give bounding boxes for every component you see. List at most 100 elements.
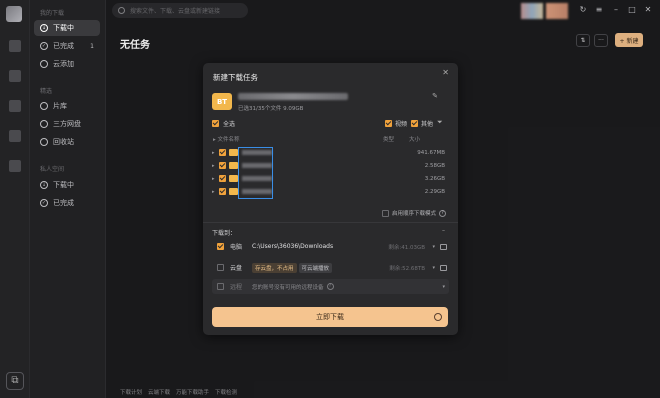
app-logo	[6, 6, 22, 22]
sequential-mode-label: 启用顺序下载模式	[392, 211, 437, 217]
disk-icon	[40, 120, 48, 128]
checkbox-icon	[217, 243, 224, 250]
checkbox-icon[interactable]	[219, 162, 226, 169]
rail-app-icon[interactable]	[9, 130, 21, 142]
sidebar-item-label: 云添加	[53, 60, 74, 68]
trash-icon	[40, 138, 48, 146]
rail-app-icon[interactable]	[9, 160, 21, 172]
sidebar-item-private-downloading[interactable]: ↓ 下载中	[34, 177, 100, 193]
checkbox-icon	[217, 283, 224, 290]
cloud-icon	[40, 60, 48, 68]
sidebar-item-label: 下载中	[53, 24, 74, 32]
checkbox-icon	[217, 264, 224, 271]
checkbox-icon	[411, 120, 418, 127]
sidebar-item-library[interactable]: 片库	[34, 98, 100, 114]
sequential-mode-checkbox[interactable]: 启用顺序下载模式 ?	[382, 209, 447, 217]
expand-icon[interactable]: ▸	[212, 189, 219, 195]
help-icon[interactable]: ?	[326, 283, 334, 290]
sidebar-item-label: 回收站	[53, 138, 74, 146]
section-title: 我的下载	[40, 10, 65, 17]
column-header-size[interactable]: 大小	[409, 135, 420, 143]
dest-remote-option[interactable]: 远程 您的账号没有可用的远程设备 ? ▾	[212, 279, 449, 294]
column-header-name[interactable]: ▸ 文件名称	[213, 135, 240, 143]
sidebar-item-trash[interactable]: 回收站	[34, 134, 100, 150]
filter-other-checkbox[interactable]: 其他	[411, 119, 433, 128]
chevron-down-icon[interactable]: ▾	[432, 265, 435, 271]
cloud-tag: 可云端播放	[298, 262, 333, 273]
sidebar-item-cloud-add[interactable]: 云添加	[34, 56, 100, 72]
chevron-down-icon[interactable]: ▾	[442, 284, 445, 290]
torrent-file-icon: BT	[212, 93, 232, 110]
sidebar: 我的下载 ↓ 下载中 ✓ 已完成 1 云添加 精选 片库 三方网盘 回收站 私人…	[30, 0, 106, 398]
chevron-down-icon[interactable]: ▾	[432, 244, 435, 250]
folder-icon[interactable]	[440, 243, 447, 250]
rail-app-icon[interactable]	[9, 100, 21, 112]
dest-cloud-label: 云盘	[230, 265, 243, 272]
sidebar-item-completed[interactable]: ✓ 已完成 1	[34, 38, 100, 54]
sidebar-item-label: 已完成	[53, 199, 74, 207]
dest-pc-path[interactable]: C:\Users\36036\Downloads	[252, 243, 333, 250]
file-size: 2.29GB	[424, 188, 445, 195]
torrent-summary: 已选31/35个文件 9.09GB	[238, 106, 304, 112]
folder-icon	[229, 149, 238, 156]
section-title: 精选	[40, 88, 53, 95]
cloud-tag: 存云盘，不占用	[252, 262, 297, 273]
clock-icon[interactable]	[434, 313, 442, 321]
download-now-label: 立即下载	[316, 313, 344, 321]
dest-cloud-option[interactable]: 云盘 存云盘，不占用 可云端播放 剩余:52.68TB ▾	[212, 260, 449, 275]
rail-app-icon[interactable]	[9, 70, 21, 82]
dest-pc-free: 剩余:41.03GB	[388, 244, 425, 251]
download-now-button[interactable]: 立即下载	[212, 307, 448, 327]
filter-video-label: 视频	[395, 121, 408, 128]
column-header-name-label: 文件名称	[217, 137, 240, 143]
collapse-icon[interactable]: –	[442, 227, 445, 234]
film-icon	[40, 102, 48, 110]
count-badge: 1	[90, 42, 94, 50]
rail-app-icon[interactable]	[9, 40, 21, 52]
icon-rail: ⧉	[0, 0, 30, 398]
dest-pc-option[interactable]: 电脑 C:\Users\36036\Downloads 剩余:41.03GB ▾	[212, 239, 449, 254]
download-icon: ↓	[40, 24, 48, 32]
folder-icon	[229, 162, 238, 169]
select-all-checkbox[interactable]: 全选	[212, 119, 235, 128]
checkbox-icon	[212, 120, 219, 127]
column-header-type[interactable]: 类型	[383, 135, 394, 143]
checkbox-icon[interactable]	[219, 175, 226, 182]
help-icon[interactable]: ?	[439, 209, 447, 217]
window-mode-icon[interactable]: ⧉	[6, 372, 24, 390]
checkbox-icon[interactable]	[219, 149, 226, 156]
file-size: 3.26GB	[424, 175, 445, 182]
sidebar-item-label: 已完成	[53, 42, 74, 50]
filter-video-checkbox[interactable]: 视频	[385, 119, 407, 128]
dest-remote-text: 您的账号没有可用的远程设备	[252, 284, 324, 291]
dest-remote-label: 远程	[230, 284, 243, 291]
filter-other-label: 其他	[421, 121, 434, 128]
selection-box	[238, 147, 273, 199]
sidebar-item-private-completed[interactable]: ✓ 已完成	[34, 195, 100, 211]
check-circle-icon: ✓	[40, 199, 48, 207]
expand-icon[interactable]: ▸	[212, 176, 219, 182]
expand-icon[interactable]: ▸	[212, 163, 219, 169]
check-circle-icon: ✓	[40, 42, 48, 50]
sidebar-item-label: 下载中	[53, 181, 74, 189]
close-icon[interactable]: ✕	[442, 68, 449, 77]
app-window: ⧉ 我的下载 ↓ 下载中 ✓ 已完成 1 云添加 精选 片库 三方网盘 回收站	[0, 0, 660, 398]
file-size: 941.67MB	[417, 149, 445, 156]
new-download-dialog: 新建下载任务 ✕ BT 已选31/35个文件 9.09GB ✎ 全选 视频 其他…	[203, 63, 458, 335]
checkbox-icon[interactable]	[219, 188, 226, 195]
checkbox-icon	[385, 120, 392, 127]
section-title: 私人空间	[40, 166, 65, 173]
torrent-name-redacted	[238, 93, 348, 100]
sidebar-item-third-party[interactable]: 三方网盘	[34, 116, 100, 132]
sidebar-item-downloading[interactable]: ↓ 下载中	[34, 20, 100, 36]
folder-icon[interactable]	[440, 264, 447, 271]
save-to-label: 下载到：	[212, 230, 237, 237]
download-icon: ↓	[40, 181, 48, 189]
filter-icon[interactable]: ⏷	[437, 118, 443, 127]
divider	[203, 222, 458, 223]
folder-icon	[229, 188, 238, 195]
edit-icon[interactable]: ✎	[432, 92, 438, 100]
dest-cloud-free: 剩余:52.68TB	[389, 265, 425, 272]
expand-icon[interactable]: ▸	[212, 150, 219, 156]
sidebar-item-label: 片库	[53, 102, 67, 110]
